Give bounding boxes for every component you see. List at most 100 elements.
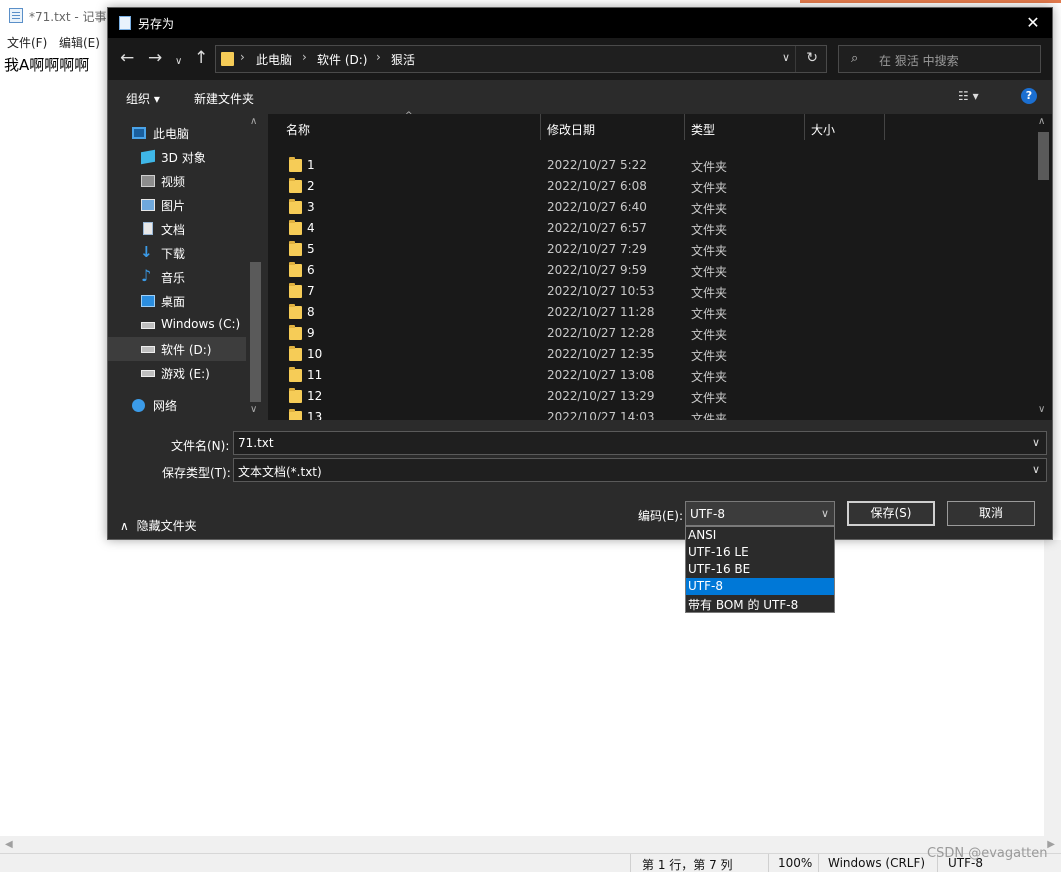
menu-edit[interactable]: 编辑(E)	[59, 34, 100, 51]
file-row[interactable]: 6 2022/10/27 9:59 文件夹	[268, 259, 1034, 280]
encoding-option-utf16be[interactable]: UTF-16 BE	[686, 561, 834, 578]
encoding-option-ansi[interactable]: ANSI	[686, 527, 834, 544]
column-divider[interactable]	[684, 114, 685, 140]
encoding-option-utf8-bom[interactable]: 带有 BOM 的 UTF-8	[686, 595, 834, 612]
file-row[interactable]: 2 2022/10/27 6:08 文件夹	[268, 175, 1034, 196]
scrollbar-thumb[interactable]	[1038, 132, 1049, 180]
cube-icon	[141, 149, 155, 165]
chevron-right-icon[interactable]: ›	[302, 50, 307, 64]
help-icon[interactable]: ?	[1021, 88, 1037, 104]
nav-item-this-pc[interactable]: 此电脑	[108, 121, 246, 145]
notepad-text-content[interactable]: 我A啊啊啊啊	[4, 54, 89, 75]
file-row[interactable]: 11 2022/10/27 13:08 文件夹	[268, 364, 1034, 385]
chevron-down-icon[interactable]: ∨	[1032, 436, 1040, 449]
search-box[interactable]: ⌕ 在 狠活 中搜索	[838, 45, 1041, 73]
nav-item-pictures[interactable]: 图片	[108, 193, 246, 217]
nav-pane-scrollbar[interactable]: ∧ ∨	[247, 114, 264, 420]
folder-icon	[289, 283, 302, 298]
chevron-right-icon[interactable]: ›	[240, 50, 245, 64]
column-header-date[interactable]: 修改日期	[547, 121, 595, 138]
back-arrow-icon[interactable]: ←	[120, 49, 134, 67]
command-toolbar: 组织 ▾ 新建文件夹 ☷ ▾ ?	[108, 80, 1052, 114]
nav-item-label: 视频	[161, 175, 186, 189]
scroll-up-icon[interactable]: ∧	[250, 116, 257, 127]
column-divider[interactable]	[540, 114, 541, 140]
breadcrumb-this-pc[interactable]: 此电脑	[256, 51, 292, 68]
encoding-dropdown-list: ANSI UTF-16 LE UTF-16 BE UTF-8 带有 BOM 的 …	[685, 526, 835, 613]
file-type: 文件夹	[691, 244, 728, 258]
organize-button[interactable]: 组织 ▾	[126, 90, 160, 107]
scroll-left-icon[interactable]: ◀	[5, 839, 13, 850]
option-label: 带有 BOM 的 UTF-8	[688, 598, 799, 612]
status-divider	[630, 854, 631, 872]
scrollbar-thumb[interactable]	[250, 262, 261, 402]
chevron-down-icon[interactable]: ∨	[782, 51, 790, 64]
filename-input[interactable]: 71.txt ∨	[233, 431, 1047, 455]
desktop-icon	[141, 295, 155, 307]
save-button[interactable]: 保存(S)	[847, 501, 935, 526]
file-row[interactable]: 4 2022/10/27 6:57 文件夹	[268, 217, 1034, 238]
file-row[interactable]: 9 2022/10/27 12:28 文件夹	[268, 322, 1034, 343]
watermark: CSDN @evagatten	[927, 846, 1048, 861]
breadcrumb-drive-d[interactable]: 软件 (D:)	[317, 51, 367, 68]
nav-item-music[interactable]: ♪ 音乐	[108, 265, 246, 289]
menu-file[interactable]: 文件(F)	[7, 34, 47, 51]
encoding-select[interactable]: UTF-8 ∨	[685, 501, 835, 526]
column-header-type[interactable]: 类型	[691, 121, 715, 138]
chevron-right-icon[interactable]: ›	[376, 50, 381, 64]
recent-locations-chevron-icon[interactable]: ∨	[175, 53, 182, 71]
nav-item-videos[interactable]: 视频	[108, 169, 246, 193]
file-row[interactable]: 10 2022/10/27 12:35 文件夹	[268, 343, 1034, 364]
nav-item-network[interactable]: 网络	[108, 393, 246, 417]
nav-item-documents[interactable]: 文档	[108, 217, 246, 241]
nav-item-3d-objects[interactable]: 3D 对象	[108, 145, 246, 169]
notepad-horizontal-scrollbar[interactable]: ◀ ▶	[0, 836, 1061, 853]
close-button[interactable]: ✕	[1018, 11, 1048, 35]
notepad-icon	[119, 16, 131, 30]
new-folder-button[interactable]: 新建文件夹	[194, 90, 254, 107]
refresh-icon[interactable]: ↻	[806, 50, 818, 66]
file-row[interactable]: 7 2022/10/27 10:53 文件夹	[268, 280, 1034, 301]
chevron-down-icon[interactable]: ∨	[821, 507, 829, 520]
file-row[interactable]: 3 2022/10/27 6:40 文件夹	[268, 196, 1034, 217]
column-header-size[interactable]: 大小	[811, 121, 835, 138]
nav-item-downloads[interactable]: ↓ 下载	[108, 241, 246, 265]
document-icon	[143, 222, 153, 235]
breadcrumb-current-folder[interactable]: 狠活	[391, 51, 415, 68]
option-label: UTF-16 LE	[688, 545, 749, 559]
view-options-icon[interactable]: ☷ ▾	[958, 89, 979, 103]
file-row[interactable]: 8 2022/10/27 11:28 文件夹	[268, 301, 1034, 322]
scroll-up-icon[interactable]: ∧	[1038, 116, 1045, 127]
folder-icon	[289, 199, 302, 214]
file-row[interactable]: 12 2022/10/27 13:29 文件夹	[268, 385, 1034, 406]
file-name: 1	[307, 158, 315, 172]
file-row[interactable]: 1 2022/10/27 5:22 文件夹	[268, 154, 1034, 175]
forward-arrow-icon[interactable]: →	[148, 49, 162, 67]
nav-item-desktop[interactable]: 桌面	[108, 289, 246, 313]
cancel-button[interactable]: 取消	[947, 501, 1035, 526]
nav-item-windows-c[interactable]: Windows (C:)	[108, 313, 246, 337]
filetype-select[interactable]: 文本文档(*.txt) ∨	[233, 458, 1047, 482]
file-type: 文件夹	[691, 265, 728, 279]
background-window-strip	[800, 0, 1061, 3]
encoding-option-utf16le[interactable]: UTF-16 LE	[686, 544, 834, 561]
file-row[interactable]: 13 2022/10/27 14:03 文件夹	[268, 406, 1034, 420]
file-row[interactable]: 5 2022/10/27 7:29 文件夹	[268, 238, 1034, 259]
encoding-option-utf8[interactable]: UTF-8	[686, 578, 834, 595]
hide-folders-toggle[interactable]: ∧ 隐藏文件夹	[120, 517, 197, 534]
up-arrow-icon[interactable]: ↑	[194, 49, 208, 67]
notepad-vertical-scrollbar[interactable]	[1044, 540, 1061, 836]
scroll-down-icon[interactable]: ∨	[1038, 404, 1045, 415]
notepad-icon	[9, 8, 23, 23]
column-divider[interactable]	[804, 114, 805, 140]
column-header-name[interactable]: 名称	[286, 121, 310, 138]
file-list-scrollbar[interactable]: ∧ ∨	[1035, 114, 1052, 420]
nav-item-software-d[interactable]: 软件 (D:)	[108, 337, 246, 361]
nav-item-games-e[interactable]: 游戏 (E:)	[108, 361, 246, 385]
scroll-down-icon[interactable]: ∨	[250, 404, 257, 415]
column-divider[interactable]	[884, 114, 885, 140]
chevron-down-icon[interactable]: ∨	[1032, 463, 1040, 476]
address-bar[interactable]: › 此电脑 › 软件 (D:) › 狠活 ∨ ↻	[215, 45, 827, 73]
scroll-right-icon[interactable]: ▶	[1047, 839, 1055, 850]
nav-item-label: 此电脑	[153, 127, 190, 141]
